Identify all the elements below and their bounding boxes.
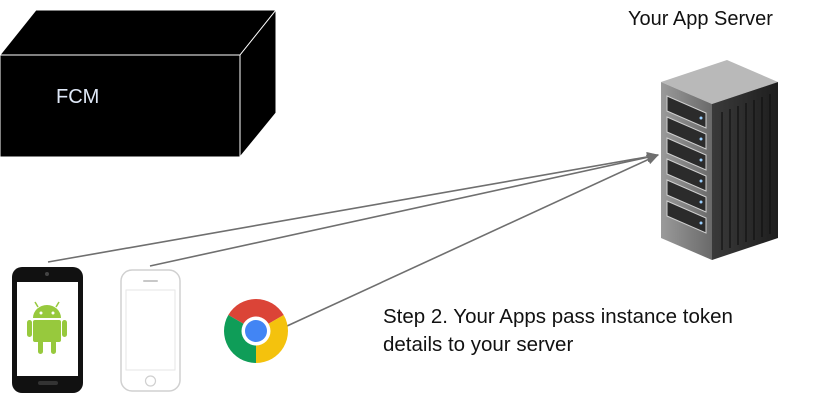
diagram: FCM Your App Server Step 2. Your Apps pa… [0, 0, 839, 396]
iphone-icon [120, 269, 181, 392]
fcm-box-icon [0, 8, 278, 159]
step-line-1: Step 2. Your Apps pass instance token [383, 305, 733, 328]
server-title: Your App Server [628, 8, 773, 30]
arrow-iphone-to-server [149, 152, 659, 267]
chrome-logo-icon [224, 299, 288, 363]
arrow-chrome-to-server [286, 154, 659, 327]
android-phone-icon [12, 267, 83, 393]
step-description: Step 2. Your Apps pass instance token de… [383, 303, 733, 359]
fcm-label: FCM [56, 86, 100, 108]
server-rack-icon [661, 60, 778, 260]
arrow-android-to-server [47, 151, 659, 263]
step-line-2: details to your server [383, 333, 574, 356]
